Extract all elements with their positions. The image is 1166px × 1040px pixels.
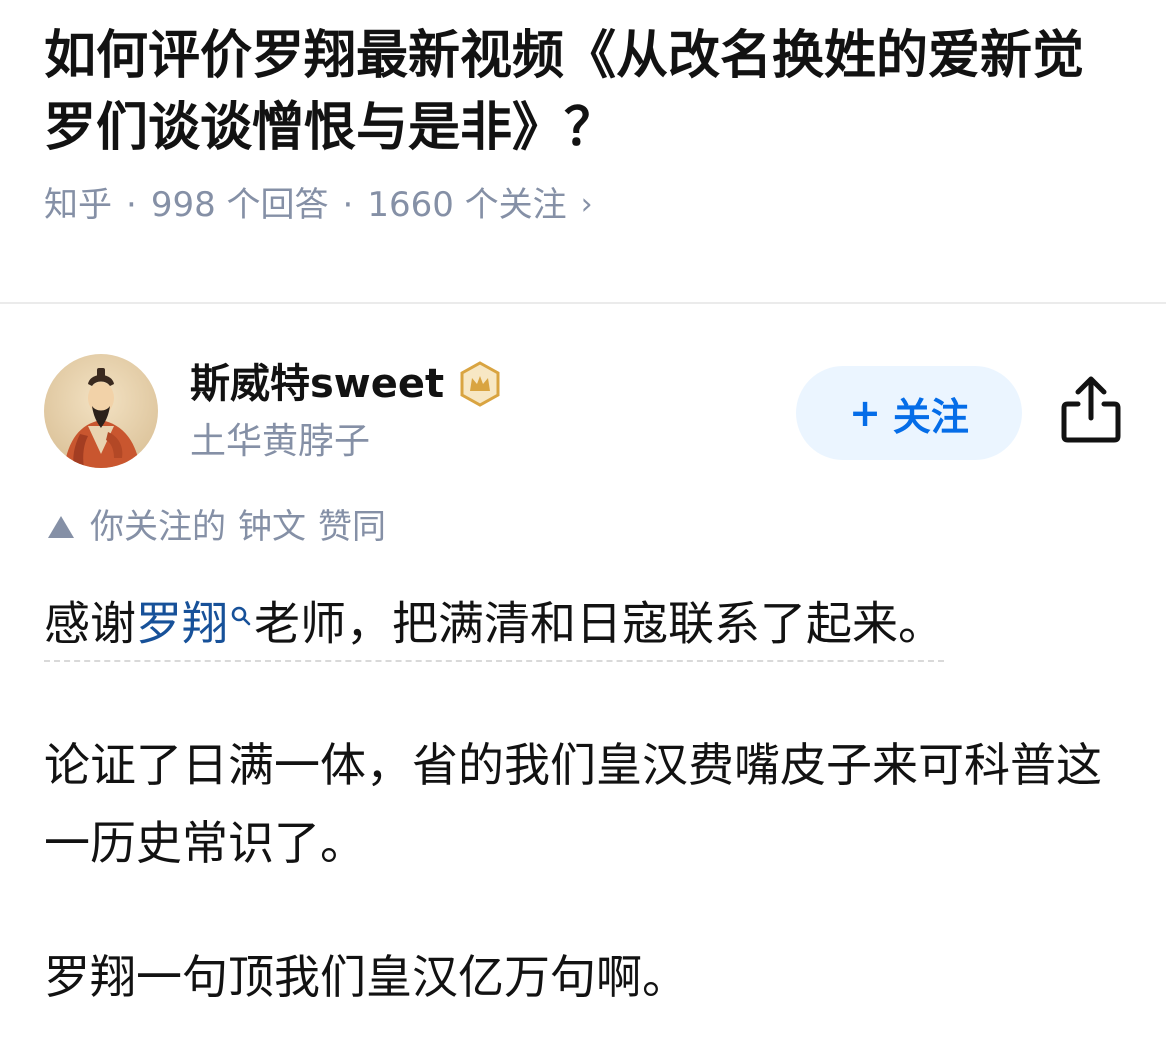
- endorse-suffix: 赞同: [318, 507, 386, 547]
- meta-separator: ·: [342, 185, 354, 225]
- avatar[interactable]: [44, 354, 158, 468]
- meta-separator: ·: [126, 185, 137, 225]
- question-title[interactable]: 如何评价罗翔最新视频《从改名换姓的爱新觉罗们谈谈憎恨与是非》？: [44, 20, 1134, 164]
- question-meta[interactable]: 知乎 · 998 个回答 · 1660 个关注 ›: [44, 182, 1134, 228]
- author-headline: 土华黄脖子: [190, 421, 371, 462]
- follow-label: 关注: [892, 394, 969, 439]
- search-icon[interactable]: [230, 600, 252, 630]
- plus-icon: +: [849, 391, 881, 435]
- chevron-right-icon[interactable]: ›: [581, 182, 593, 228]
- answers-count: 998 个回答: [150, 185, 329, 225]
- answer-paragraph: 感谢罗翔 老师，把满清和日寇联系了起来。: [44, 578, 944, 663]
- answer-paragraph: 论证了日满一体，省的我们皇汉费嘴皮子来可科普这一历史常识了。: [44, 738, 1102, 871]
- share-icon[interactable]: [1058, 374, 1124, 446]
- followers-count: 1660 个关注: [367, 185, 567, 225]
- answer-text: 老师，把满清和日寇联系了起来。: [254, 596, 944, 651]
- triangle-up-icon: [48, 516, 74, 538]
- answer-content: 感谢罗翔 老师，把满清和日寇联系了起来。 论证了日满一体，省的我们皇汉费嘴皮子来可…: [44, 578, 1124, 1016]
- endorse-prefix: 你关注的: [90, 507, 226, 547]
- author-name-row: 斯威特sweet: [190, 356, 504, 412]
- question-header: 如何评价罗翔最新视频《从改名换姓的爱新觉罗们谈谈憎恨与是非》？ 知乎 · 998…: [44, 20, 1134, 228]
- answer-text: 感谢: [44, 596, 136, 651]
- source-label: 知乎: [44, 185, 112, 225]
- keyword-link[interactable]: 罗翔: [136, 596, 228, 650]
- answer-paragraph: 罗翔一句顶我们皇汉亿万句啊。: [44, 950, 688, 1005]
- author-name[interactable]: 斯威特sweet: [190, 356, 444, 412]
- crown-badge-icon[interactable]: [456, 360, 504, 408]
- follow-button[interactable]: + 关注: [796, 366, 1022, 460]
- endorsement-line[interactable]: 你关注的 钟文 赞同: [44, 504, 386, 550]
- section-divider: [0, 302, 1166, 304]
- author-card: 斯威特sweet 土华黄脖子 + 关注: [44, 352, 1124, 472]
- endorser-name[interactable]: 钟文: [238, 504, 306, 550]
